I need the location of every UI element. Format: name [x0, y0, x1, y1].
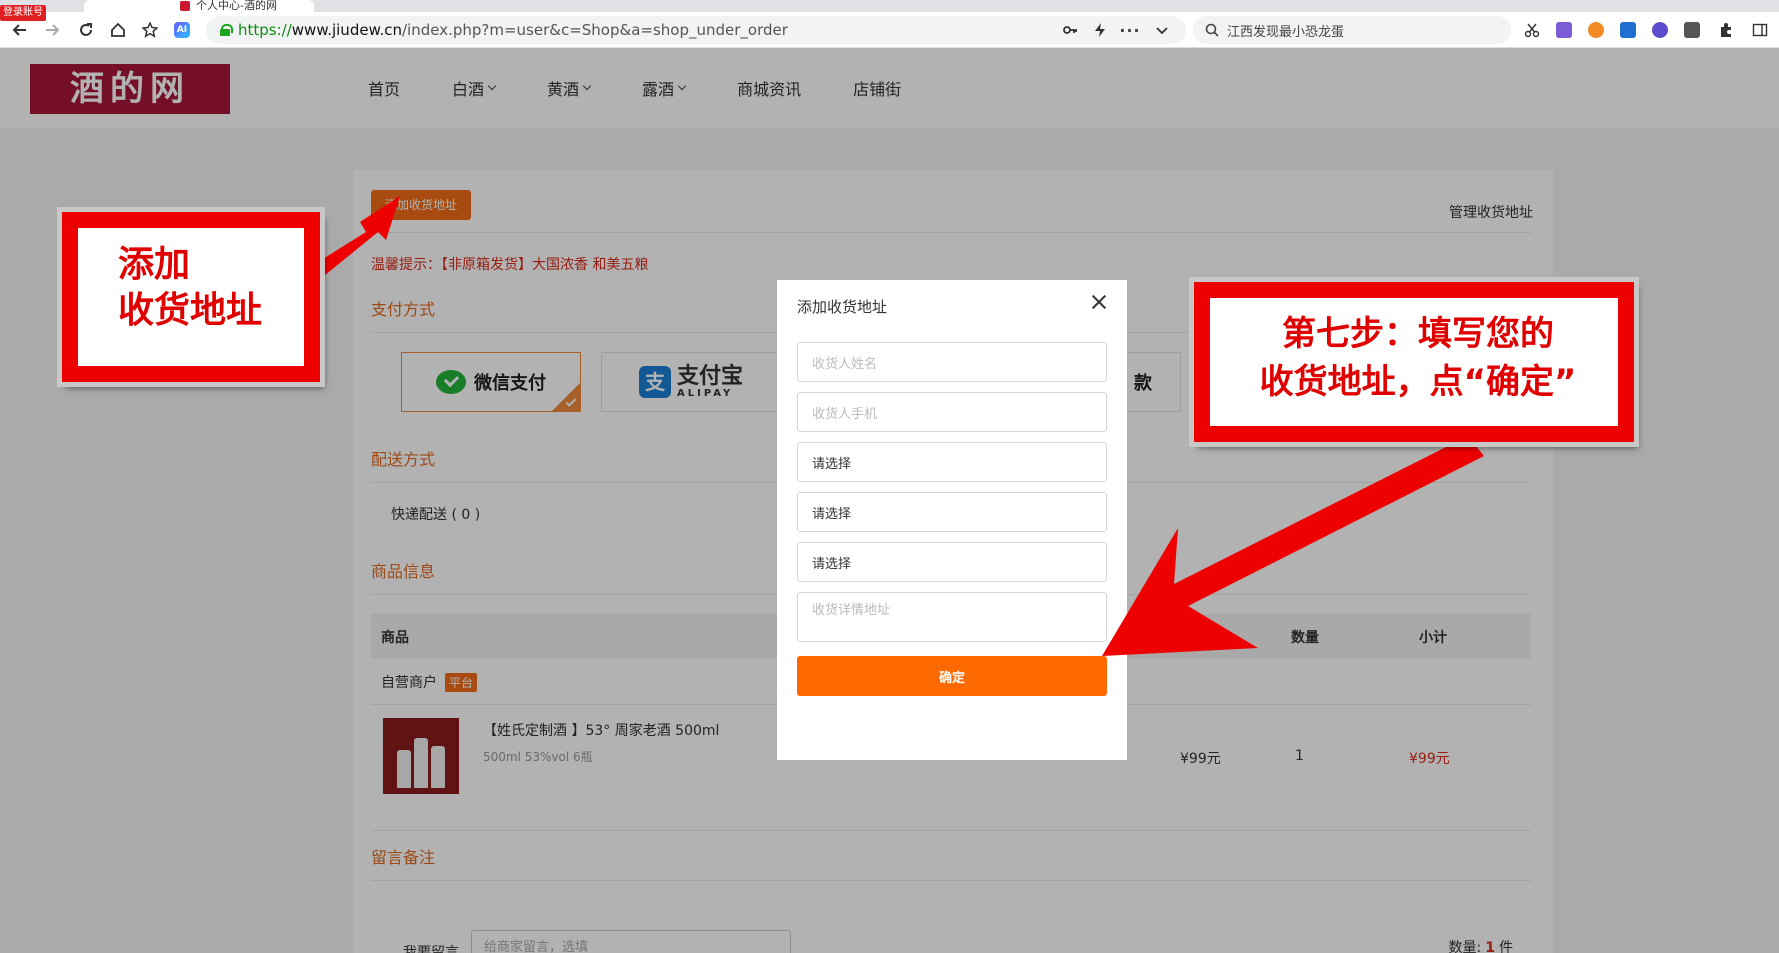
add-address-modal: 添加收货地址 收货人姓名 收货人手机 请选择 请选择 请选择 收货详情地址 确定 — [777, 280, 1127, 760]
sidebar-icon[interactable] — [1748, 18, 1772, 42]
reload-icon[interactable] — [74, 18, 98, 42]
bot-extension-icon[interactable] — [1652, 22, 1668, 38]
chevron-down-icon[interactable] — [1150, 18, 1174, 42]
site-favicon-icon — [180, 1, 190, 11]
login-badge[interactable]: 登录账号 — [0, 5, 46, 21]
browser-search-box[interactable]: 江西发现最小恐龙蛋 — [1193, 16, 1511, 44]
reader-extension-icon[interactable] — [1684, 22, 1700, 38]
translate-extension-icon[interactable] — [1556, 22, 1572, 38]
receiver-phone-input[interactable]: 收货人手机 — [797, 392, 1107, 432]
modal-title: 添加收货地址 — [797, 298, 888, 316]
detail-address-textarea[interactable]: 收货详情地址 — [797, 592, 1107, 642]
close-icon[interactable] — [1089, 292, 1109, 312]
annotation-add-address: 添加 收货地址 — [62, 212, 320, 382]
lightning-icon[interactable] — [1088, 18, 1112, 42]
city-select[interactable]: 请选择 — [797, 492, 1107, 532]
browser-tabstrip: 个人中心-酒的网 — [0, 0, 1779, 12]
back-icon[interactable] — [8, 18, 32, 42]
search-text: 江西发现最小恐龙蛋 — [1227, 24, 1345, 40]
game-extension-icon[interactable] — [1588, 22, 1604, 38]
bookmarks-icon[interactable] — [138, 18, 162, 42]
confirm-button[interactable]: 确定 — [797, 656, 1107, 696]
district-select[interactable]: 请选择 — [797, 542, 1107, 582]
browser-tab[interactable]: 个人中心-酒的网 — [84, 0, 314, 12]
word-extension-icon[interactable] — [1620, 22, 1636, 38]
receiver-name-input[interactable]: 收货人姓名 — [797, 342, 1107, 382]
key-icon[interactable] — [1058, 18, 1082, 42]
puzzle-icon[interactable] — [1714, 18, 1738, 42]
search-icon — [1205, 23, 1219, 37]
annotation-step-seven: 第七步：填写您的 收货地址，点“确定” — [1194, 282, 1634, 442]
home-icon[interactable] — [106, 18, 130, 42]
browser-toolbar: AI https://www.jiudew.cn/index.php?m=use… — [0, 12, 1779, 48]
lock-icon — [220, 24, 233, 36]
forward-icon[interactable] — [40, 18, 64, 42]
ai-icon[interactable]: AI — [170, 18, 194, 42]
address-bar[interactable]: https://www.jiudew.cn/index.php?m=user&c… — [206, 16, 1186, 44]
province-select[interactable]: 请选择 — [797, 442, 1107, 482]
scissors-icon[interactable] — [1520, 18, 1544, 42]
more-icon[interactable]: ··· — [1118, 18, 1142, 42]
url-text: https://www.jiudew.cn/index.php?m=user&c… — [238, 21, 788, 39]
